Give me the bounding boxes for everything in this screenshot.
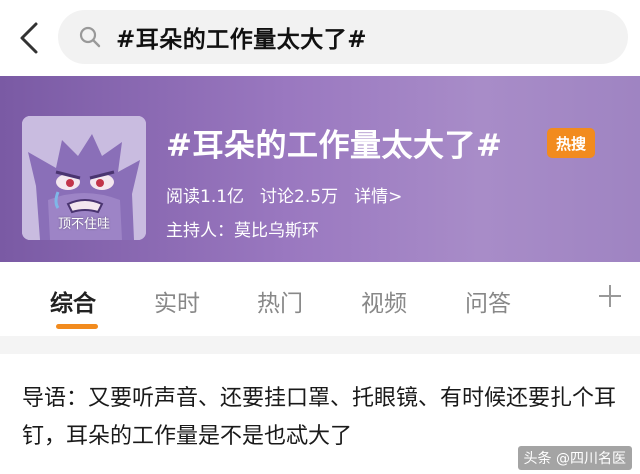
back-button[interactable]	[12, 16, 46, 60]
plus-icon	[599, 285, 621, 307]
top-bar: #耳朵的工作量太大了#	[0, 0, 640, 76]
tab-comprehensive[interactable]: 综合	[50, 284, 96, 318]
topic-avatar[interactable]: 顶不住哇	[22, 116, 146, 240]
tab-realtime[interactable]: 实时	[154, 284, 200, 318]
topic-stats: 阅读1.1亿 讨论2.5万 详情>	[166, 182, 402, 207]
avatar-caption: 顶不住哇	[57, 217, 110, 232]
search-input[interactable]: #耳朵的工作量太大了#	[58, 10, 628, 64]
active-tab-indicator	[56, 324, 98, 329]
topic-banner: 顶不住哇 #耳朵的工作量太大了# 热搜 阅读1.1亿 讨论2.5万 详情> 主持…	[0, 76, 640, 262]
chevron-left-icon	[20, 22, 38, 54]
tab-qa[interactable]: 问答	[465, 284, 511, 318]
discussion-count: 讨论2.5万	[260, 187, 339, 207]
tab-video[interactable]: 视频	[361, 284, 407, 318]
tab-bar: 综合 实时 热门 视频 问答	[0, 262, 640, 336]
hot-badge: 热搜	[547, 128, 595, 158]
details-link[interactable]: 详情>	[354, 182, 402, 207]
watermark: 头条 @四川名医	[517, 446, 632, 470]
search-icon	[78, 25, 102, 49]
read-count: 阅读1.1亿	[166, 187, 245, 207]
topic-title: #耳朵的工作量太大了#	[166, 128, 503, 164]
tab-hot[interactable]: 热门	[257, 284, 303, 318]
add-tab-button[interactable]	[594, 280, 626, 312]
section-divider	[0, 336, 640, 354]
guide-text: 导语：又要听声音、还要挂口罩、托眼镜、有时候还要扎个耳钉，耳朵的工作量是不是也忒…	[22, 386, 617, 449]
topic-host[interactable]: 主持人：莫比乌斯环	[166, 216, 319, 241]
search-query: #耳朵的工作量太大了#	[116, 27, 368, 53]
